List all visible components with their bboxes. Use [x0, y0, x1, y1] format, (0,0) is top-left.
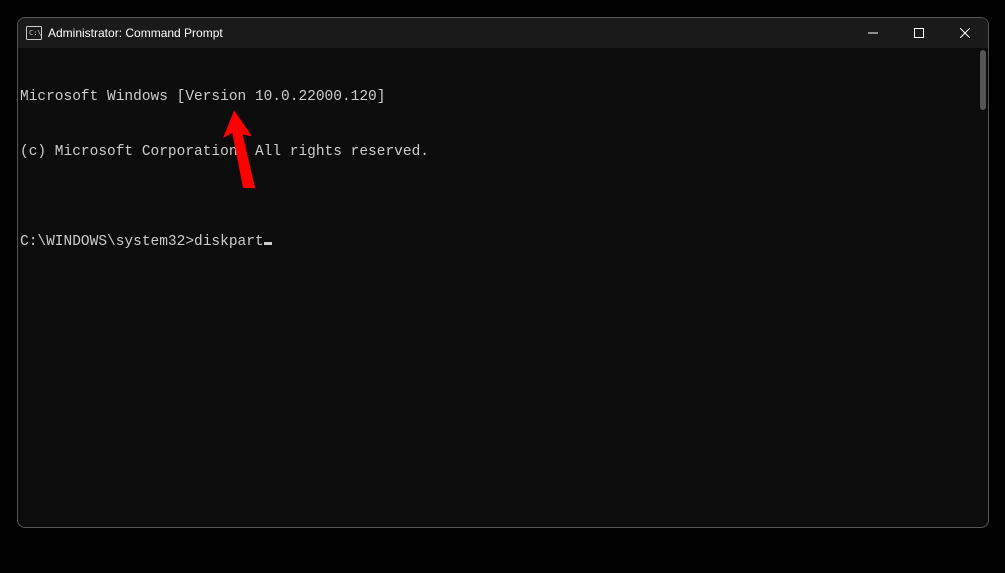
copyright-line: (c) Microsoft Corporation. All rights re…: [20, 143, 988, 161]
version-line: Microsoft Windows [Version 10.0.22000.12…: [20, 88, 988, 106]
window-controls: [850, 18, 988, 48]
prompt-line: C:\WINDOWS\system32>diskpart: [20, 233, 988, 251]
close-button[interactable]: [942, 18, 988, 48]
command-prompt-window: C:\ Administrator: Command Prompt Micros…: [17, 17, 989, 528]
prompt-path: C:\WINDOWS\system32>: [20, 233, 194, 251]
window-title: Administrator: Command Prompt: [48, 26, 850, 40]
cursor: [264, 242, 272, 245]
cmd-icon: C:\: [26, 25, 42, 41]
maximize-button[interactable]: [896, 18, 942, 48]
minimize-button[interactable]: [850, 18, 896, 48]
titlebar[interactable]: C:\ Administrator: Command Prompt: [18, 18, 988, 48]
typed-command: diskpart: [194, 233, 264, 251]
svg-text:C:\: C:\: [29, 29, 42, 37]
scrollbar-thumb[interactable]: [980, 50, 986, 110]
terminal-content[interactable]: Microsoft Windows [Version 10.0.22000.12…: [18, 48, 988, 527]
